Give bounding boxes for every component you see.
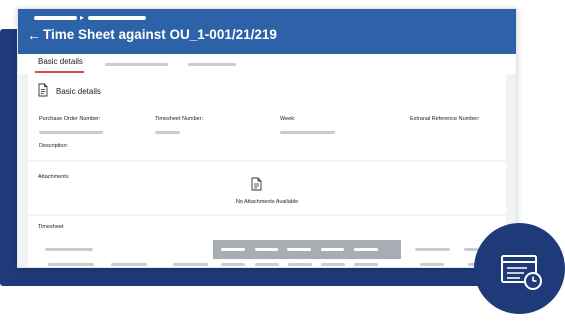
external-reference-number-label: Extranal Reference Number: <box>410 116 480 122</box>
timesheet-card: Timesheet <box>28 216 506 267</box>
active-tab-indicator <box>35 71 84 73</box>
attachment-document-icon <box>251 177 262 191</box>
timesheet-clock-icon <box>501 255 542 290</box>
tab-basic-details[interactable]: Basic details <box>38 56 83 68</box>
timesheet-number-value <box>155 131 180 134</box>
tab-bar: Basic details <box>18 54 516 74</box>
back-arrow-icon[interactable]: ← <box>27 26 41 44</box>
main-content: Basic details Purchase Order Number: Tim… <box>18 74 516 267</box>
table-cell-placeholder <box>173 263 208 266</box>
page-title: Time Sheet against OU_1-001/21/219 <box>43 27 277 42</box>
timesheet-number-label: Timesheet Number: <box>155 116 204 122</box>
day-column-header[interactable] <box>221 248 245 251</box>
description-label: Description: <box>39 143 69 149</box>
breadcrumb-item-placeholder[interactable] <box>34 16 77 20</box>
timesheet-badge <box>474 223 565 314</box>
tab-placeholder[interactable] <box>105 63 168 66</box>
table-cell-placeholder <box>255 263 279 266</box>
table-cell-placeholder <box>221 263 245 266</box>
table-cell-placeholder <box>111 263 147 266</box>
timesheet-title: Timesheet <box>38 224 64 230</box>
breadcrumb-item-placeholder[interactable] <box>88 16 146 20</box>
week-value <box>280 131 335 134</box>
table-cell-placeholder <box>48 263 94 266</box>
document-icon <box>38 83 48 97</box>
tab-placeholder[interactable] <box>188 63 236 66</box>
table-header-placeholder <box>45 248 93 251</box>
basic-details-card: Basic details Purchase Order Number: Tim… <box>28 74 506 160</box>
table-cell-placeholder <box>420 263 444 266</box>
section-title: Basic details <box>56 87 101 96</box>
timesheet-day-header <box>213 240 401 259</box>
title-bar: ▸ ← Time Sheet against OU_1-001/21/219 <box>18 9 516 54</box>
table-header-placeholder <box>415 248 450 251</box>
table-cell-placeholder <box>288 263 312 266</box>
attachments-title: Attachments <box>38 174 69 180</box>
breadcrumb-separator-icon: ▸ <box>80 13 85 22</box>
table-cell-placeholder <box>321 263 345 266</box>
day-column-header[interactable] <box>321 248 344 251</box>
no-attachments-message: No Attachments Available <box>235 199 299 205</box>
day-column-header[interactable] <box>255 248 278 251</box>
purchase-order-number-value <box>39 131 103 134</box>
purchase-order-number-label: Purchase Order Number: <box>39 116 101 122</box>
day-column-header[interactable] <box>287 248 311 251</box>
day-column-header[interactable] <box>354 248 378 251</box>
app-window: ▸ ← Time Sheet against OU_1-001/21/219 B… <box>17 8 517 268</box>
week-label: Week: <box>280 116 296 122</box>
attachments-card: Attachments No Attachments Available <box>28 162 506 214</box>
table-cell-placeholder <box>354 263 378 266</box>
